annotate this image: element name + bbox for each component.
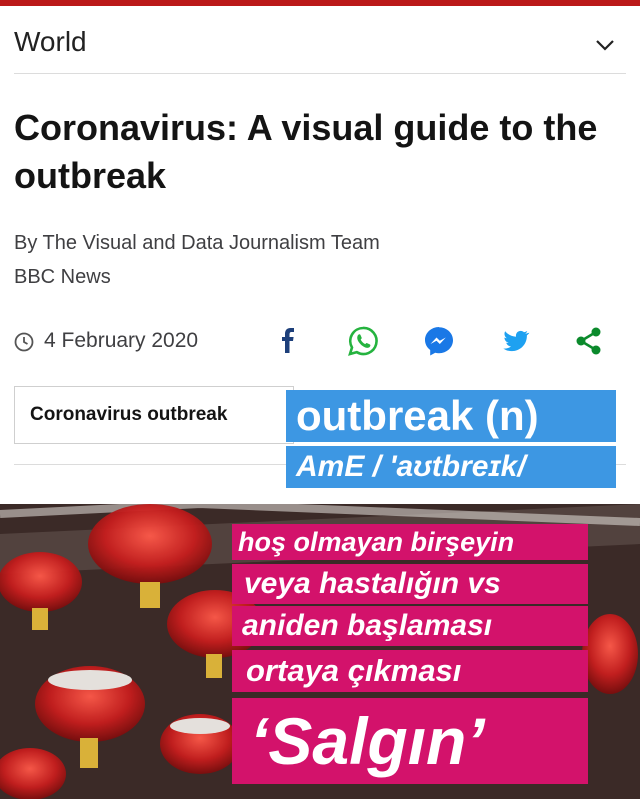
meta-row: 4 February 2020 (14, 322, 626, 362)
messenger-icon[interactable] (422, 324, 456, 358)
topic-tag[interactable]: Coronavirus outbreak (14, 386, 294, 444)
share-icon[interactable] (572, 324, 606, 358)
topic-tag-label: Coronavirus outbreak (30, 404, 228, 425)
byline-block: By The Visual and Data Journalism Team B… (14, 226, 380, 294)
translation-label: ‘Salgın’ (232, 698, 588, 784)
byline-author: By The Visual and Data Journalism Team (14, 232, 380, 254)
top-accent-bar (0, 0, 640, 6)
definition-line-3: aniden başlaması (232, 606, 588, 646)
definition-line-4: ortaya çıkması (232, 650, 588, 692)
section-title: World (14, 26, 87, 57)
twitter-icon[interactable] (498, 324, 532, 358)
definition-line-1: hoş olmayan birşeyin (232, 524, 588, 560)
overlay-word: outbreak (n) (286, 390, 616, 442)
clock-icon (14, 332, 34, 352)
facebook-icon[interactable] (272, 324, 306, 358)
definition-line-2: veya hastalığın vs (232, 564, 588, 604)
byline-outlet: BBC News (14, 266, 111, 288)
chevron-down-icon[interactable] (594, 34, 616, 56)
overlay-pronunciation: AmE / 'aʊtbreɪk/ (286, 446, 616, 488)
article-headline: Coronavirus: A visual guide to the outbr… (14, 107, 598, 196)
publish-date: 4 February 2020 (44, 329, 199, 352)
section-header[interactable]: World (14, 20, 626, 74)
whatsapp-icon[interactable] (346, 324, 380, 358)
